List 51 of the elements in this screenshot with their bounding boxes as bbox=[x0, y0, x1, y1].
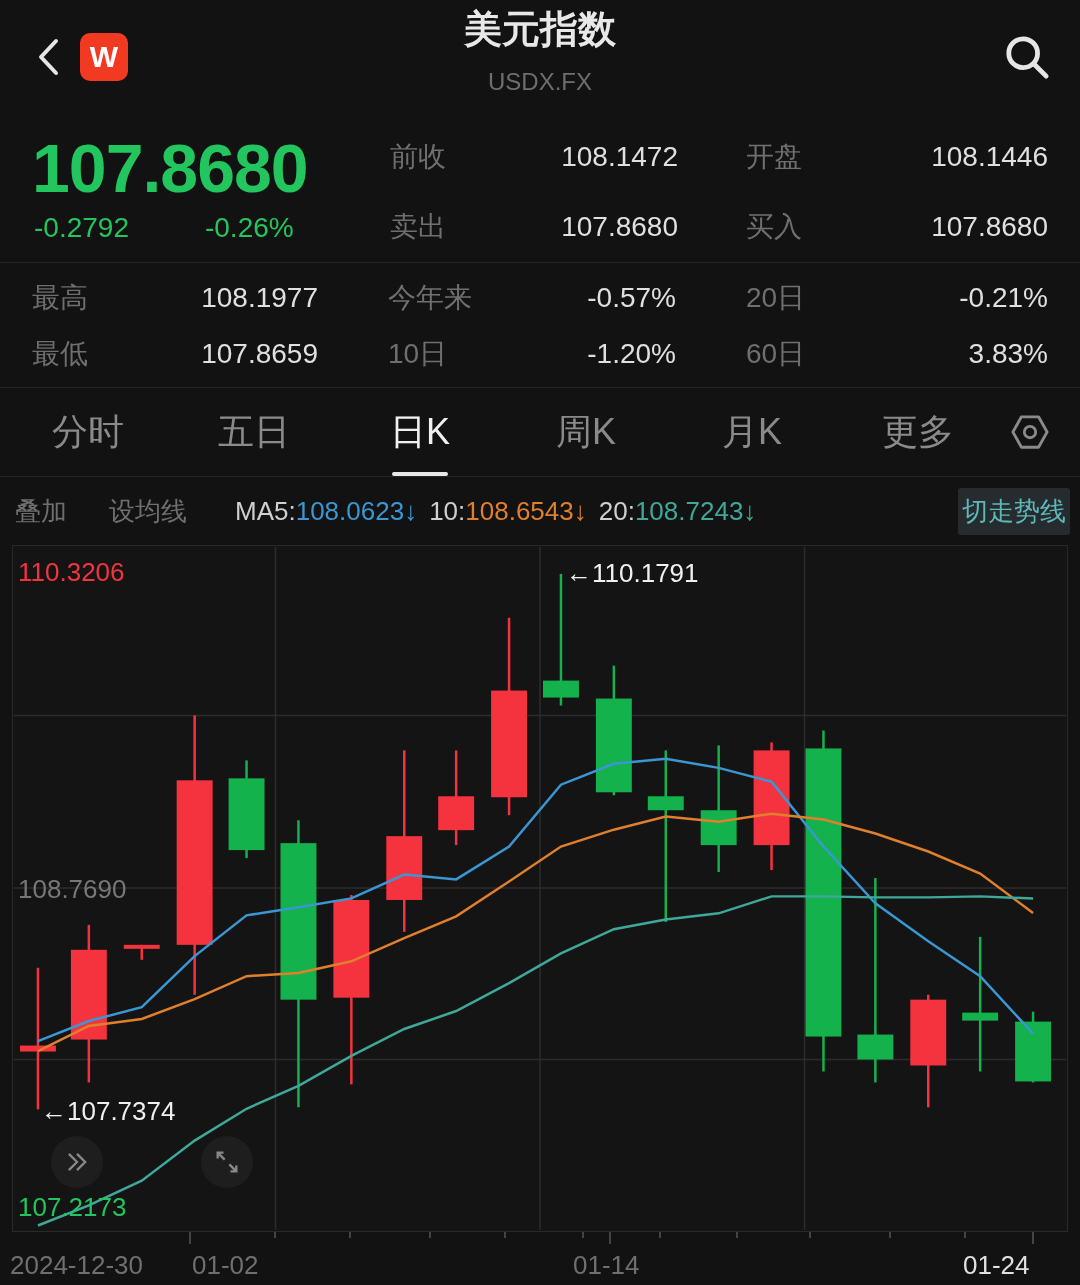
stat-label: 20日 bbox=[746, 281, 806, 315]
high-marker: ←110.1791 bbox=[566, 558, 699, 589]
period-tab[interactable]: 周K bbox=[503, 388, 669, 476]
field-value: 107.8680 bbox=[931, 211, 1048, 243]
candlestick bbox=[1015, 1011, 1052, 1083]
percent-change: -0.26% bbox=[204, 212, 294, 244]
stat-value: -1.20% bbox=[587, 338, 676, 370]
stat-label: 今年来 bbox=[388, 281, 472, 315]
stat-label: 最低 bbox=[32, 337, 88, 371]
symbol-code: USDX.FX bbox=[488, 68, 592, 96]
last-price: 107.8680 bbox=[32, 129, 309, 208]
field-label: 开盘 bbox=[746, 140, 802, 174]
stat-value: -0.57% bbox=[587, 282, 676, 314]
field-value: 108.1446 bbox=[931, 141, 1048, 173]
field-label: 前收 bbox=[390, 140, 446, 174]
app-logo: W bbox=[80, 33, 128, 81]
period-tab[interactable]: 月K bbox=[669, 388, 835, 476]
switch-line-button[interactable]: 切走势线 bbox=[958, 487, 1070, 535]
field-label: 买入 bbox=[746, 210, 802, 244]
stat-label: 10日 bbox=[388, 337, 448, 371]
date-label: 01-02 bbox=[192, 1250, 259, 1281]
period-tab[interactable]: 分时 bbox=[5, 388, 171, 476]
date-label: 01-24 bbox=[963, 1250, 1030, 1281]
page-title: 美元指数 bbox=[464, 7, 616, 52]
stat-label: 最高 bbox=[32, 281, 88, 315]
axis-label: 108.7690 bbox=[18, 874, 127, 906]
field-value: 108.1472 bbox=[561, 141, 678, 173]
toolbar-option[interactable]: 叠加 bbox=[15, 493, 67, 529]
moving-average-value: MA5:108.0623↓ bbox=[235, 495, 418, 527]
period-tab[interactable]: 日K bbox=[337, 388, 503, 476]
toolbar-option[interactable]: 设均线 bbox=[109, 493, 187, 529]
moving-average-value: 10:108.6543↓ bbox=[429, 495, 587, 527]
stat-value: -0.21% bbox=[959, 282, 1048, 314]
date-label: 01-14 bbox=[573, 1250, 640, 1281]
stat-value: 3.83% bbox=[968, 338, 1048, 370]
candlestick bbox=[123, 944, 160, 960]
low-marker: ←107.7374 bbox=[41, 1096, 176, 1127]
stat-label: 60日 bbox=[746, 337, 806, 371]
stat-value: 108.1977 bbox=[201, 282, 318, 314]
date-label: 2024-12-30 bbox=[10, 1250, 143, 1281]
field-value: 107.8680 bbox=[561, 211, 678, 243]
period-tab[interactable]: 更多 bbox=[835, 388, 1001, 476]
axis-label: 110.3206 bbox=[18, 556, 125, 588]
stat-value: 107.8659 bbox=[201, 338, 318, 370]
moving-average-value: 20:108.7243↓ bbox=[598, 495, 757, 527]
period-tab[interactable]: 五日 bbox=[171, 388, 337, 476]
field-label: 卖出 bbox=[390, 210, 446, 244]
price-change: -0.2792 bbox=[34, 212, 129, 244]
back-icon[interactable] bbox=[36, 37, 60, 77]
scroll-button[interactable] bbox=[51, 1136, 103, 1188]
fullscreen-button[interactable] bbox=[201, 1136, 253, 1188]
